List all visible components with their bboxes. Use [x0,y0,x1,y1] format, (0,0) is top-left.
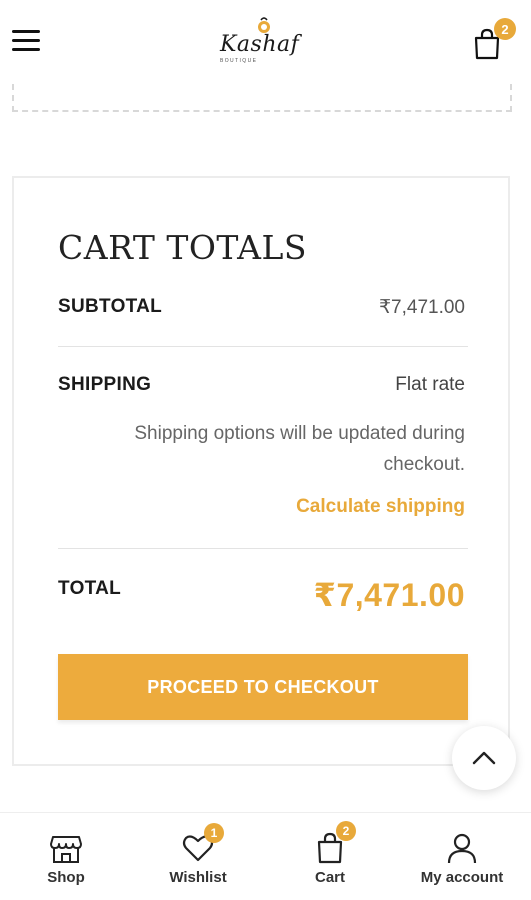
nav-label-shop: Shop [47,869,85,886]
site-logo[interactable]: Kashaf BOUTIQUE [214,14,314,68]
divider [58,548,468,549]
menu-line [12,30,40,33]
bottom-navigation: Shop 1 Wishlist 2 Cart My account [0,812,531,900]
site-header: Kashaf BOUTIQUE 2 [0,0,531,88]
total-value: ₹7,471.00 [313,577,465,613]
proceed-to-checkout-button[interactable]: PROCEED TO CHECKOUT [58,654,468,720]
store-icon [50,836,82,863]
cart-totals-card: CART TOTALS SUBTOTAL ₹7,471.00 SHIPPING … [12,176,510,766]
wishlist-count-badge: 1 [204,823,224,843]
chevron-up-icon [472,751,496,765]
logo-subtext: BOUTIQUE [220,58,258,64]
total-label: TOTAL [58,578,122,599]
shipping-label: SHIPPING [58,374,152,395]
header-cart-button[interactable]: 2 [470,18,516,62]
menu-line [12,39,40,42]
cart-count-badge: 2 [494,18,516,40]
divider [58,346,468,347]
nav-label-my-account: My account [420,869,504,886]
nav-item-cart[interactable]: 2 Cart [264,813,396,900]
nav-label-wishlist: Wishlist [169,869,227,886]
nav-item-my-account[interactable]: My account [396,813,528,900]
calculate-shipping-link[interactable]: Calculate shipping [296,496,465,518]
shipping-method: Flat rate [395,374,465,395]
cart-totals-title: CART TOTALS [58,228,307,267]
menu-line [12,48,40,51]
subtotal-value: ₹7,471.00 [378,297,465,318]
scroll-to-top-button[interactable] [452,726,516,790]
menu-icon[interactable] [12,30,40,52]
coupon-box-edge [12,84,512,112]
shipping-note: Shipping options will be updated during … [134,423,465,475]
nav-item-wishlist[interactable]: 1 Wishlist [132,813,264,900]
logo-text: Kashaf [220,32,300,57]
nav-item-shop[interactable]: Shop [0,813,132,900]
user-icon [447,833,477,864]
cart-count-badge: 2 [336,821,356,841]
nav-label-cart: Cart [314,869,345,886]
subtotal-label: SUBTOTAL [58,296,163,317]
